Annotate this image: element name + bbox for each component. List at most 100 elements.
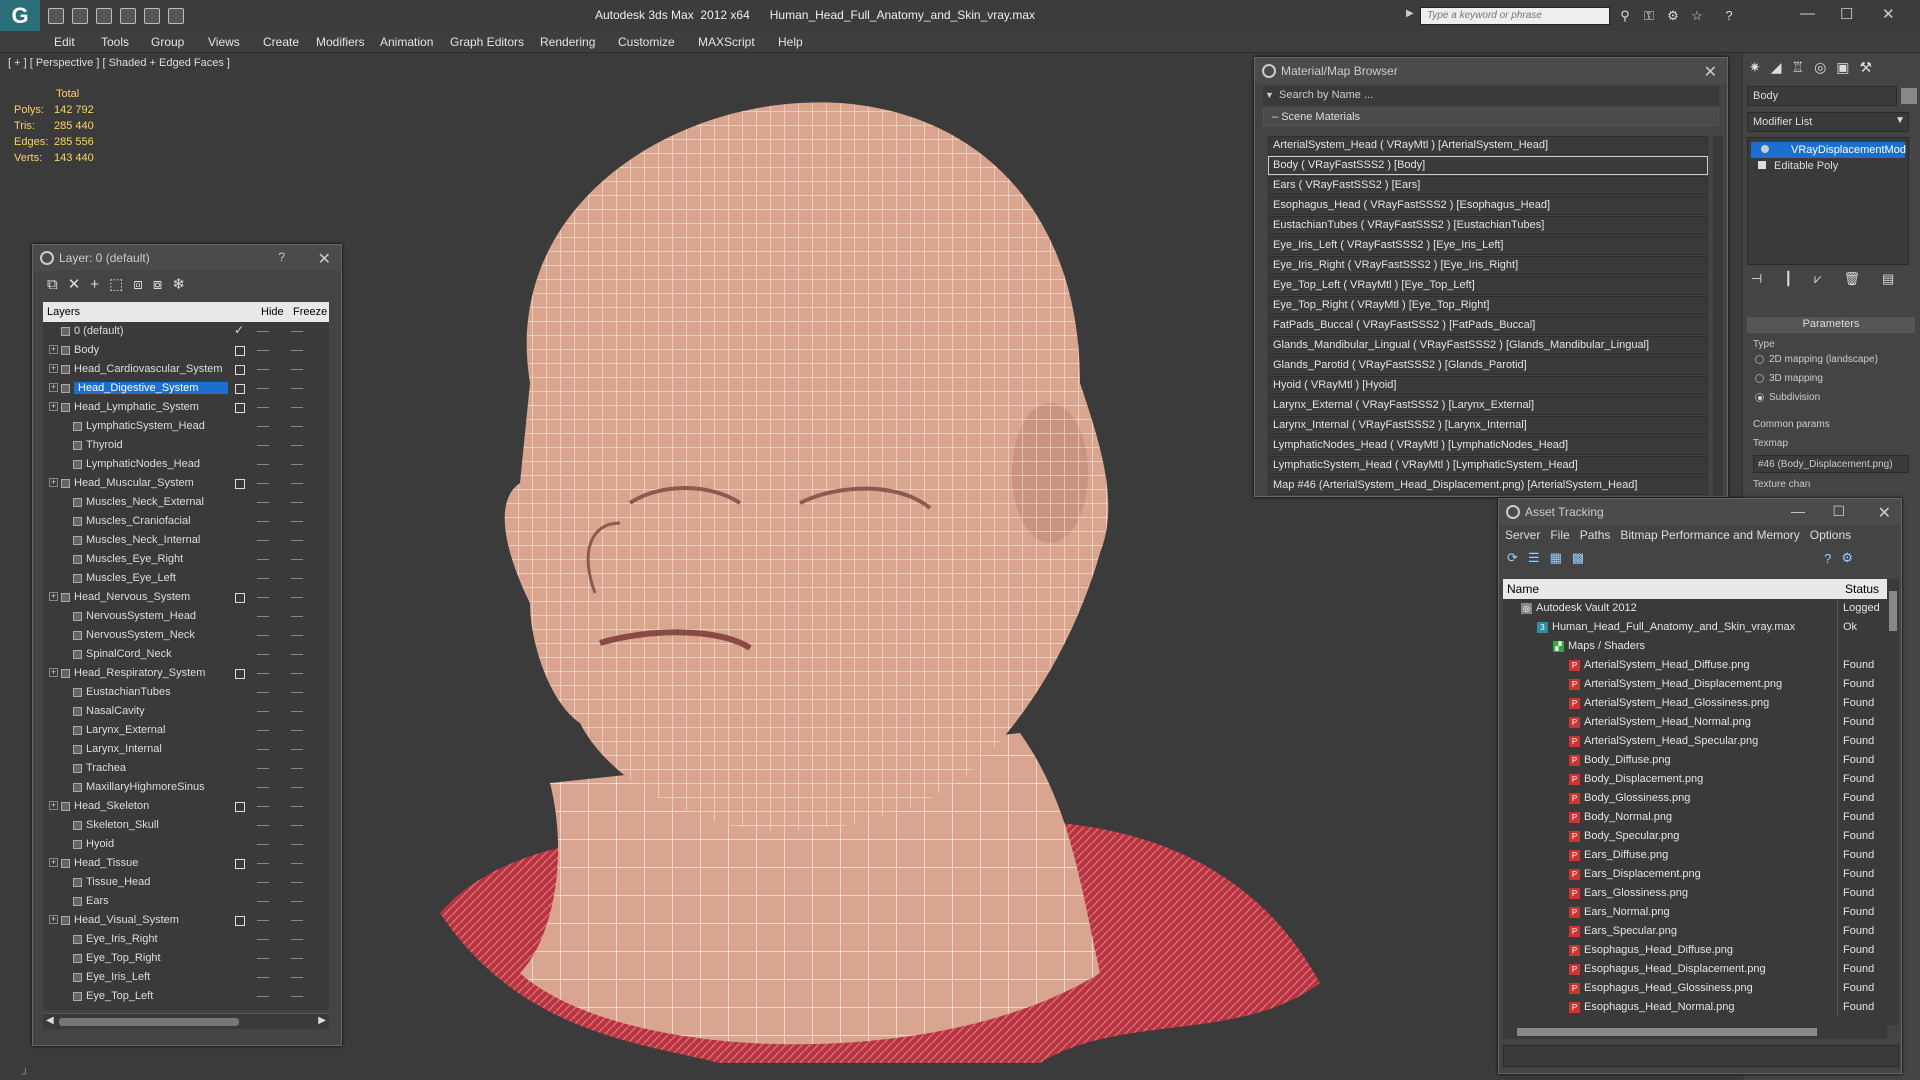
add-to-layer-icon[interactable]: + — [90, 276, 99, 293]
freeze-toggle[interactable] — [291, 426, 303, 427]
layer-row[interactable]: Eye_Top_Left — [43, 987, 329, 1006]
layer-row[interactable]: Trachea — [43, 759, 329, 778]
scroll-thumb[interactable] — [59, 1018, 239, 1026]
delete-layer-icon[interactable]: ✕ — [68, 275, 81, 293]
hide-toggle[interactable] — [257, 882, 269, 883]
material-item[interactable]: LymphaticNodes_Head ( VRayMtl ) [Lymphat… — [1268, 436, 1708, 455]
layer-row[interactable]: Eye_Top_Right — [43, 949, 329, 968]
layers-hscrollbar[interactable]: ◀ ▶ — [43, 1013, 329, 1029]
menu-group[interactable]: Group — [151, 35, 184, 49]
asset-row[interactable]: P ArterialSystem_Head_Normal.png Found — [1503, 713, 1887, 732]
freeze-toggle[interactable] — [291, 673, 303, 674]
material-browser-title-bar[interactable]: Material/Map Browser ✕ — [1255, 58, 1727, 84]
scroll-thumb[interactable] — [1517, 1028, 1817, 1036]
freeze-toggle[interactable] — [291, 521, 303, 522]
asset-row[interactable]: 3 Human_Head_Full_Anatomy_and_Skin_vray.m… — [1503, 618, 1887, 637]
material-item[interactable]: Eye_Top_Left ( VRayMtl ) [Eye_Top_Left] — [1268, 276, 1708, 295]
freeze-all-icon[interactable]: ❄ — [172, 275, 185, 293]
layer-row[interactable]: LymphaticNodes_Head — [43, 455, 329, 474]
menu-views[interactable]: Views — [208, 35, 240, 49]
expand-icon[interactable]: + — [49, 668, 58, 677]
freeze-toggle[interactable] — [291, 597, 303, 598]
layer-row[interactable]: + Head_Muscular_System — [43, 474, 329, 493]
material-item[interactable]: Esophagus_Head ( VRayFastSSS2 ) [Esophag… — [1268, 196, 1708, 215]
texmap-button[interactable]: #46 (Body_Displacement.png) — [1753, 455, 1909, 473]
utilities-tab-icon[interactable]: ⚒ — [1860, 59, 1873, 75]
save-icon[interactable] — [72, 7, 88, 24]
hide-toggle[interactable] — [257, 977, 269, 978]
hide-toggle[interactable] — [257, 939, 269, 940]
hide-toggle[interactable] — [257, 559, 269, 560]
layer-row[interactable]: LymphaticSystem_Head — [43, 417, 329, 436]
layer-row[interactable]: + Head_Tissue — [43, 854, 329, 873]
hide-toggle[interactable] — [257, 711, 269, 712]
menu-animation[interactable]: Animation — [380, 35, 433, 49]
menu-tools[interactable]: Tools — [101, 35, 129, 49]
layer-current-checkbox[interactable] — [235, 593, 245, 603]
layer-current-checkbox[interactable] — [235, 365, 245, 375]
asset-row[interactable]: P Body_Diffuse.png Found — [1503, 751, 1887, 770]
hide-toggle[interactable] — [257, 521, 269, 522]
asset-row[interactable]: ◎ Autodesk Vault 2012 Logged — [1503, 599, 1887, 618]
layer-row[interactable]: 0 (default) ✓ — [43, 322, 329, 341]
asset-row[interactable]: P Body_Specular.png Found — [1503, 827, 1887, 846]
hierarchy-tab-icon[interactable]: ♖ — [1792, 59, 1805, 75]
expand-icon[interactable]: + — [49, 915, 58, 924]
freeze-toggle[interactable] — [291, 388, 303, 389]
redo-icon[interactable] — [168, 7, 184, 24]
app-logo-icon[interactable]: G — [0, 0, 40, 31]
search-expand-icon[interactable]: ▶ — [1406, 8, 1414, 19]
asset-row[interactable]: P ArterialSystem_Head_Displacement.png Fou… — [1503, 675, 1887, 694]
layers-help-button[interactable]: ? — [278, 250, 285, 264]
scroll-right-icon[interactable]: ▶ — [318, 1015, 326, 1026]
scene-materials-group[interactable]: – Scene Materials — [1263, 108, 1719, 126]
menu-create[interactable]: Create — [263, 35, 299, 49]
asset-tracking-title-bar[interactable]: Asset Tracking — ☐ ✕ — [1499, 499, 1901, 525]
material-search-input[interactable]: ▼ Search by Name ... — [1263, 86, 1719, 106]
asset-row[interactable]: ▞ Maps / Shaders — [1503, 637, 1887, 656]
layer-row[interactable]: + Head_Visual_System — [43, 911, 329, 930]
hide-toggle[interactable] — [257, 920, 269, 921]
hide-toggle[interactable] — [257, 673, 269, 674]
freeze-toggle[interactable] — [291, 996, 303, 997]
asset-row[interactable]: P Body_Displacement.png Found — [1503, 770, 1887, 789]
material-item[interactable]: Larynx_External ( VRayFastSSS2 ) [Larynx… — [1268, 396, 1708, 415]
freeze-toggle[interactable] — [291, 844, 303, 845]
radio-subdivision[interactable]: Subdivision — [1747, 388, 1915, 407]
layer-row[interactable]: Eye_Iris_Left — [43, 968, 329, 987]
modify-tab-icon[interactable]: ◢ — [1771, 59, 1782, 75]
col-layers[interactable]: Layers — [47, 306, 80, 318]
layer-row[interactable]: Muscles_Craniofacial — [43, 512, 329, 531]
freeze-toggle[interactable] — [291, 825, 303, 826]
asset-menu-paths[interactable]: Paths — [1580, 528, 1611, 545]
layer-row[interactable]: + Head_Cardiovascular_System — [43, 360, 329, 379]
hide-toggle[interactable] — [257, 730, 269, 731]
radio-3d-mapping[interactable]: 3D mapping — [1747, 369, 1915, 388]
material-item[interactable]: FatPads_Buccal ( VRayFastSSS2 ) [FatPads… — [1268, 316, 1708, 335]
asset-row[interactable]: P Body_Normal.png Found — [1503, 808, 1887, 827]
freeze-toggle[interactable] — [291, 920, 303, 921]
layer-current-checkbox[interactable] — [235, 859, 245, 869]
asset-row[interactable]: P Ears_Diffuse.png Found — [1503, 846, 1887, 865]
asset-row[interactable]: P ArterialSystem_Head_Diffuse.png Found — [1503, 656, 1887, 675]
layer-row[interactable]: NasalCavity — [43, 702, 329, 721]
freeze-toggle[interactable] — [291, 749, 303, 750]
select-objects-icon[interactable]: ⬚ — [109, 275, 123, 293]
layer-row[interactable]: EustachianTubes — [43, 683, 329, 702]
hide-toggle[interactable] — [257, 407, 269, 408]
head-model[interactable] — [420, 83, 1340, 1080]
open-icon[interactable] — [48, 7, 64, 24]
asset-tracking-close-icon[interactable]: ✕ — [1878, 503, 1891, 523]
layer-current-checkbox[interactable] — [235, 916, 245, 926]
freeze-toggle[interactable] — [291, 787, 303, 788]
hide-toggle[interactable] — [257, 768, 269, 769]
expand-icon[interactable]: + — [49, 478, 58, 487]
material-item[interactable]: Hyoid ( VRayMtl ) [Hyoid] — [1268, 376, 1708, 395]
layer-row[interactable]: Tissue_Head — [43, 873, 329, 892]
freeze-toggle[interactable] — [291, 559, 303, 560]
material-vscrollbar[interactable] — [1713, 136, 1723, 496]
asset-row[interactable]: P Esophagus_Head_Glossiness.png Found — [1503, 979, 1887, 998]
layer-row[interactable]: + Head_Skeleton — [43, 797, 329, 816]
hide-toggle[interactable] — [257, 749, 269, 750]
freeze-toggle[interactable] — [291, 882, 303, 883]
